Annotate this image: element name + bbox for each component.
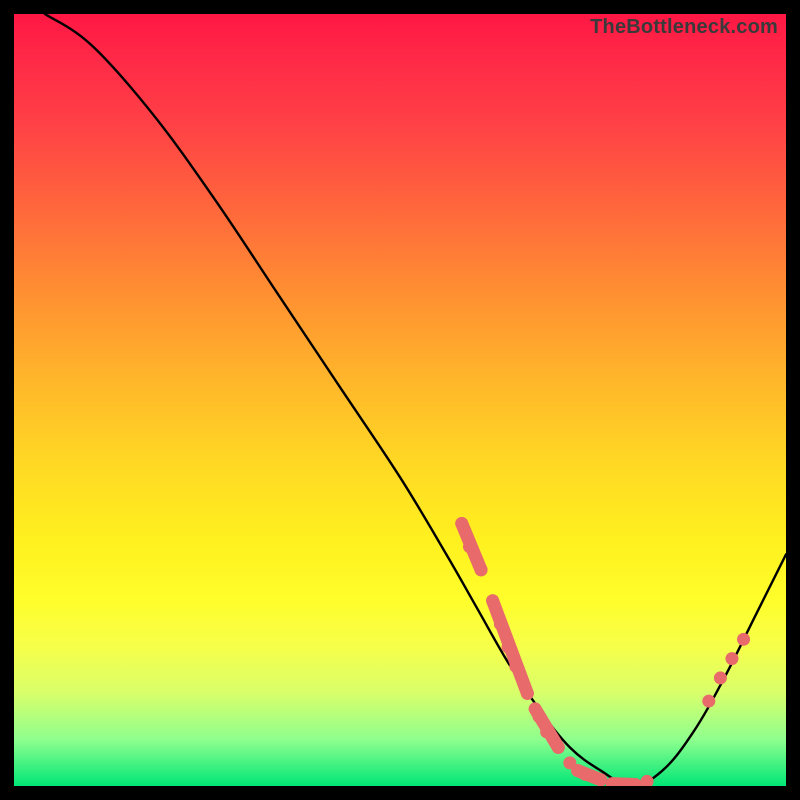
data-dot: [502, 641, 515, 654]
data-dot: [641, 775, 654, 786]
chart-frame: TheBottleneck.com: [0, 0, 800, 800]
data-dot: [521, 687, 534, 700]
data-dot: [552, 741, 565, 754]
data-dot: [532, 710, 545, 723]
data-dot: [579, 768, 592, 781]
data-dot: [725, 652, 738, 665]
data-dot: [486, 594, 499, 607]
data-dot: [475, 563, 488, 576]
watermark-text: TheBottleneck.com: [590, 16, 778, 39]
bottleneck-curve: [45, 14, 786, 786]
data-dot: [594, 773, 607, 786]
data-dot: [455, 517, 468, 530]
data-dot: [509, 660, 522, 673]
data-dot-group: [455, 517, 750, 786]
data-dot: [737, 633, 750, 646]
data-dot: [714, 671, 727, 684]
plot-area: TheBottleneck.com: [14, 14, 786, 786]
curve-layer: [14, 14, 786, 786]
data-lozenge-group: [462, 524, 636, 785]
data-dot: [540, 725, 553, 738]
data-dot: [563, 756, 576, 769]
data-dot: [463, 540, 476, 553]
data-dot: [494, 617, 507, 630]
data-dot: [702, 695, 715, 708]
